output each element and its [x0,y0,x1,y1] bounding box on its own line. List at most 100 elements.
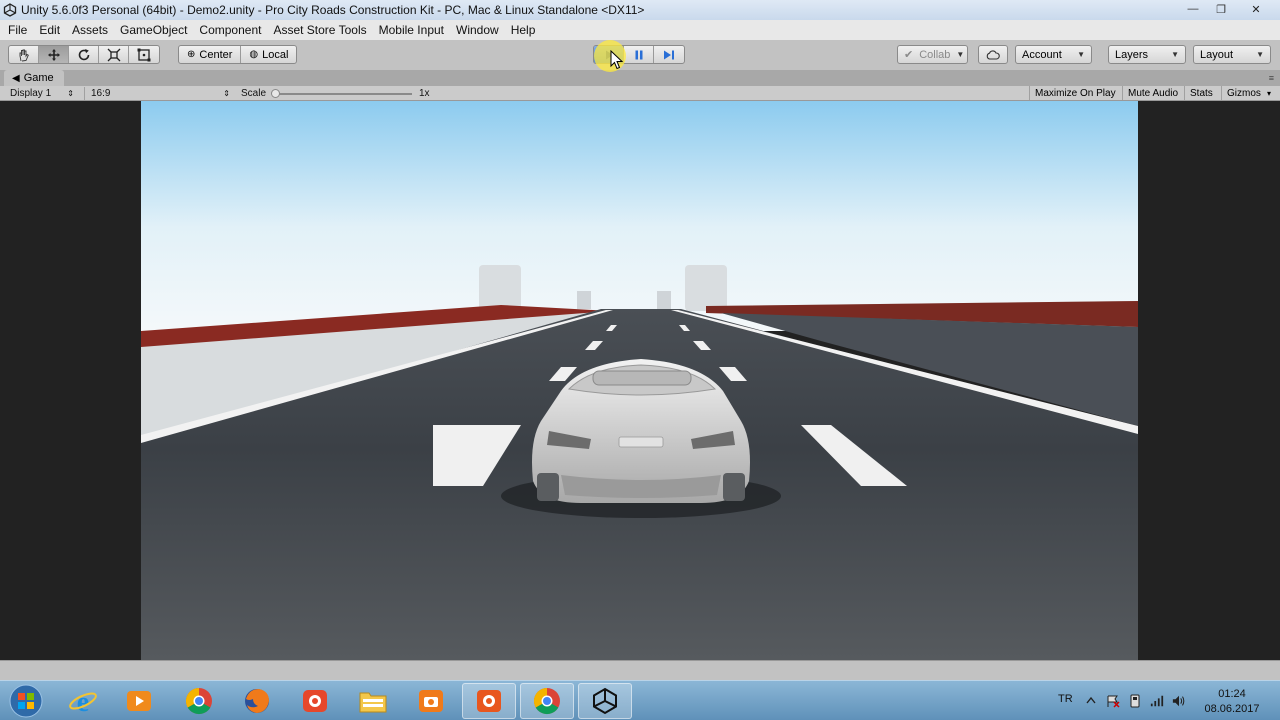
taskbar-app-media-player[interactable] [112,683,166,719]
pivot-toggles: ⊕ Center ◍ Local [178,45,298,64]
scale-value: 1x [419,88,430,99]
menu-assets[interactable]: Assets [66,23,114,37]
windows-taskbar: e TR 01:24 08.06.2017 [0,680,1280,720]
maximize-on-play-label: Maximize On Play [1035,87,1116,99]
action-center-flag-icon[interactable] [1106,694,1120,708]
hand-tool-button[interactable] [9,46,39,63]
game-view-render[interactable] [141,101,1138,660]
clock-date: 08.06.2017 [1204,703,1260,715]
start-button[interactable] [4,682,48,720]
layers-dropdown[interactable]: Layers ▼ [1108,45,1186,64]
chevron-down-icon: ▼ [1256,50,1264,59]
move-tool-button[interactable] [39,46,69,63]
menu-help[interactable]: Help [505,23,542,37]
taskbar-app-file-explorer[interactable] [346,683,400,719]
scale-icon [107,48,120,61]
chevron-down-icon: ▼ [956,50,965,59]
chevron-down-icon: ▼ [1077,50,1085,59]
scale-slider-thumb[interactable] [271,89,280,98]
menu-asset-store-tools[interactable]: Asset Store Tools [267,23,372,37]
menu-edit[interactable]: Edit [33,23,66,37]
step-button[interactable] [654,46,684,63]
tab-game[interactable]: ◀ Game [4,70,64,86]
cloud-services-button[interactable] [978,45,1008,64]
panel-menu-icon[interactable]: ≡ [1269,73,1274,83]
move-arrows-icon [47,48,60,61]
taskbar-app-chrome[interactable] [172,683,226,719]
cloud-icon [986,49,1000,60]
panel-tab-row: ◀ Game ≡ [0,70,1280,86]
collab-dropdown[interactable]: ✔ Collab ▼ [897,45,968,64]
menu-mobile-input[interactable]: Mobile Input [373,23,450,37]
taskbar-app-camera[interactable] [404,683,458,719]
restore-button[interactable]: ❐ [1208,0,1234,18]
pivot-space-label: Local [262,48,289,61]
mute-audio-label: Mute Audio [1128,87,1179,99]
collab-label: Collab [919,48,951,61]
capture-icon [477,690,501,712]
layout-label: Layout [1200,48,1234,61]
show-hidden-icons-icon[interactable] [1084,694,1098,708]
maximize-on-play-toggle[interactable]: Maximize On Play [1029,86,1121,100]
transform-tools [8,45,160,64]
display-label: Display 1 [10,88,52,99]
taskbar-app-capture[interactable] [462,683,516,719]
taskbar-clock[interactable]: 01:24 08.06.2017 [1196,687,1268,717]
usb-device-icon[interactable] [1128,694,1142,708]
taskbar-app-chrome-2[interactable] [520,683,574,719]
chrome-icon [185,687,212,715]
menu-gameobject[interactable]: GameObject [114,23,193,37]
stats-toggle[interactable]: Stats [1184,86,1218,100]
taskbar-app-screen-recorder[interactable] [288,683,342,719]
network-signal-icon[interactable] [1150,694,1164,708]
menu-window[interactable]: Window [450,23,505,37]
taskbar-app-internet-explorer[interactable]: e [56,683,110,719]
taskbar-app-unity[interactable] [578,683,632,719]
menu-file[interactable]: File [2,23,33,37]
display-dropdown[interactable]: Display 1 ⇕ [4,87,80,100]
pause-icon [635,50,642,59]
distant-tower [577,291,591,309]
window-title: Unity 5.6.0f3 Personal (64bit) - Demo2.u… [21,3,645,17]
updown-arrows-icon: ⇕ [67,89,74,98]
layers-label: Layers [1115,48,1149,61]
unity-icon [593,687,617,715]
check-icon: ✔ [904,49,914,61]
pivot-mode-label: Center [199,48,233,61]
main-toolbar: ⊕ Center ◍ Local ✔ Collab ▼ Account ▼ La… [0,40,1280,70]
hand-icon [19,49,29,61]
aspect-label: 16:9 [91,88,111,99]
language-indicator[interactable]: TR [1058,693,1073,705]
close-button[interactable]: ✕ [1236,0,1276,18]
aspect-dropdown[interactable]: 16:9 ⇕ [84,87,236,100]
mute-audio-toggle[interactable]: Mute Audio [1122,86,1183,100]
rotate-tool-button[interactable] [69,46,99,63]
rect-tool-button[interactable] [129,46,159,63]
layout-dropdown[interactable]: Layout ▼ [1193,45,1271,64]
distant-tower [657,291,671,309]
account-label: Account [1022,48,1062,61]
taskbar-app-firefox[interactable] [230,683,284,719]
folder-icon [359,692,387,713]
distant-tower [685,265,727,311]
account-dropdown[interactable]: Account ▼ [1015,45,1092,64]
scale-label: Scale [241,88,267,99]
scale-slider-track[interactable] [276,93,412,95]
media-player-icon [127,691,151,711]
local-space-icon: ◍ [249,49,259,60]
pivot-space-button[interactable]: ◍ Local [241,46,296,63]
menu-component[interactable]: Component [193,23,267,37]
minimize-button[interactable]: — [1180,0,1206,18]
windows-start-icon [9,684,43,718]
pivot-mode-button[interactable]: ⊕ Center [179,46,242,63]
svg-text:e: e [77,687,89,716]
pause-button[interactable] [624,46,654,63]
camera-icon [419,690,443,712]
speaker-volume-icon[interactable] [1172,694,1186,708]
firefox-icon [245,689,269,713]
scale-tool-button[interactable] [99,46,129,63]
rotate-icon [78,48,89,60]
sky [141,101,1138,331]
chevron-down-icon: ▼ [1171,50,1179,59]
gizmos-dropdown[interactable]: Gizmos ▾ [1221,86,1276,100]
